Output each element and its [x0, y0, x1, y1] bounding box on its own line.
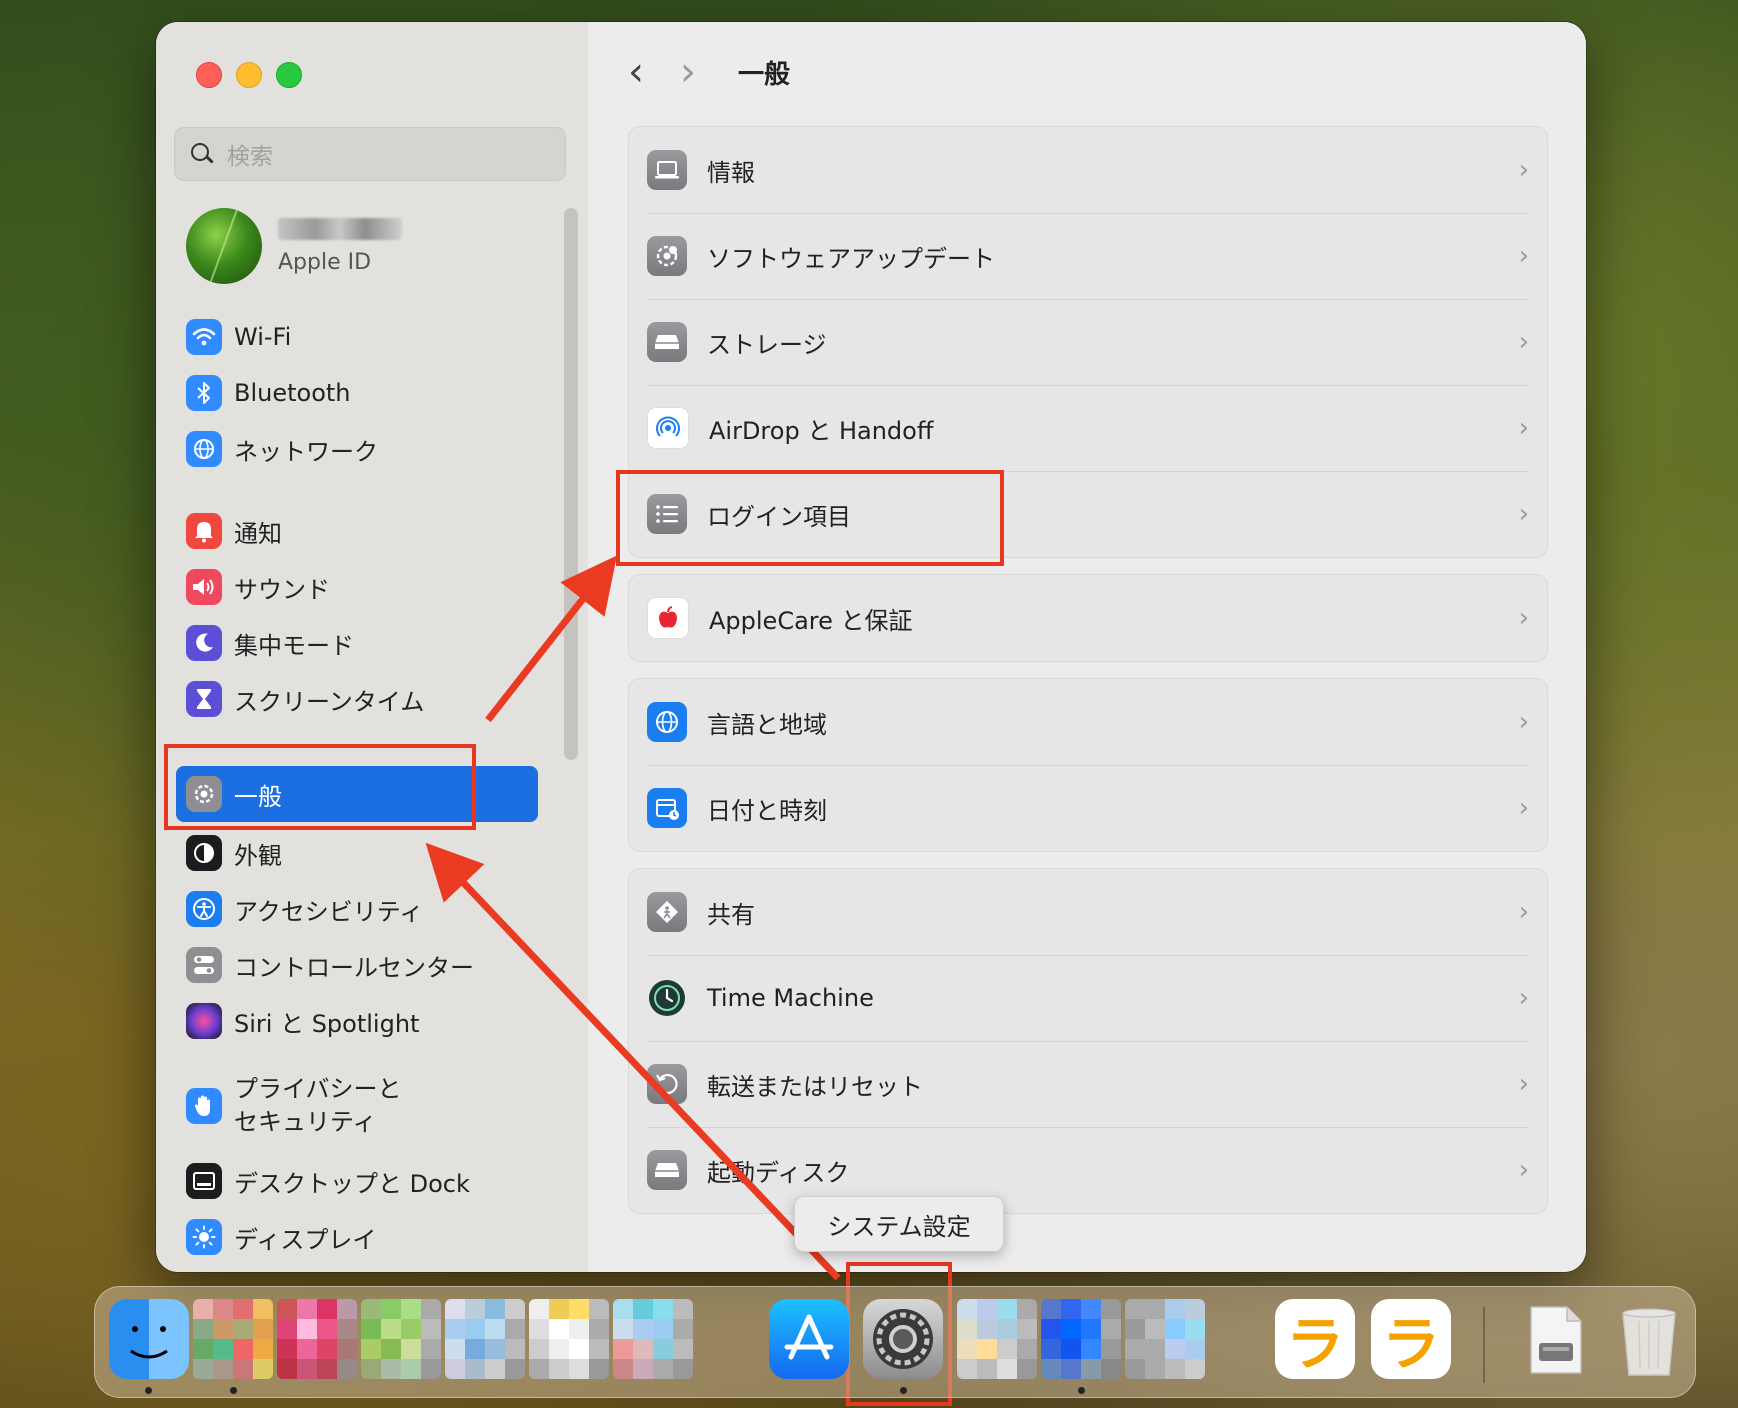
- running-indicator: [900, 1387, 907, 1394]
- blurred-app-icon[interactable]: [445, 1299, 525, 1379]
- disk-image-icon[interactable]: [1515, 1299, 1595, 1379]
- blurred-app-icon[interactable]: [529, 1299, 609, 1379]
- blurred-app-icon[interactable]: [613, 1299, 693, 1379]
- blurred-app-icon[interactable]: [361, 1299, 441, 1379]
- app-icon-ra-1[interactable]: ラ: [1275, 1299, 1355, 1379]
- app-store-icon[interactable]: [769, 1299, 849, 1379]
- finder-icon[interactable]: [109, 1299, 189, 1379]
- arrow-to-login-items: [485, 555, 617, 723]
- blurred-app-icon[interactable]: [193, 1299, 273, 1379]
- arrow-to-general: [425, 842, 841, 1281]
- dock-divider: [1483, 1307, 1485, 1383]
- running-indicator: [145, 1387, 152, 1394]
- app-icon-label: ラ: [1381, 1310, 1440, 1378]
- running-indicator: [1078, 1387, 1085, 1394]
- running-indicator: [230, 1387, 237, 1394]
- trash-icon[interactable]: [1609, 1299, 1689, 1379]
- blurred-app-icon[interactable]: [957, 1299, 1037, 1379]
- app-icon-ra-2[interactable]: ラ: [1371, 1299, 1451, 1379]
- dock: ラ ラ: [94, 1286, 1696, 1398]
- dock-tooltip: システム設定: [794, 1196, 1004, 1252]
- blurred-app-icon[interactable]: [1041, 1299, 1121, 1379]
- blurred-app-icon[interactable]: [1125, 1299, 1205, 1379]
- blurred-app-icon[interactable]: [277, 1299, 357, 1379]
- app-icon-label: ラ: [1285, 1310, 1344, 1378]
- system-settings-icon[interactable]: [863, 1299, 943, 1379]
